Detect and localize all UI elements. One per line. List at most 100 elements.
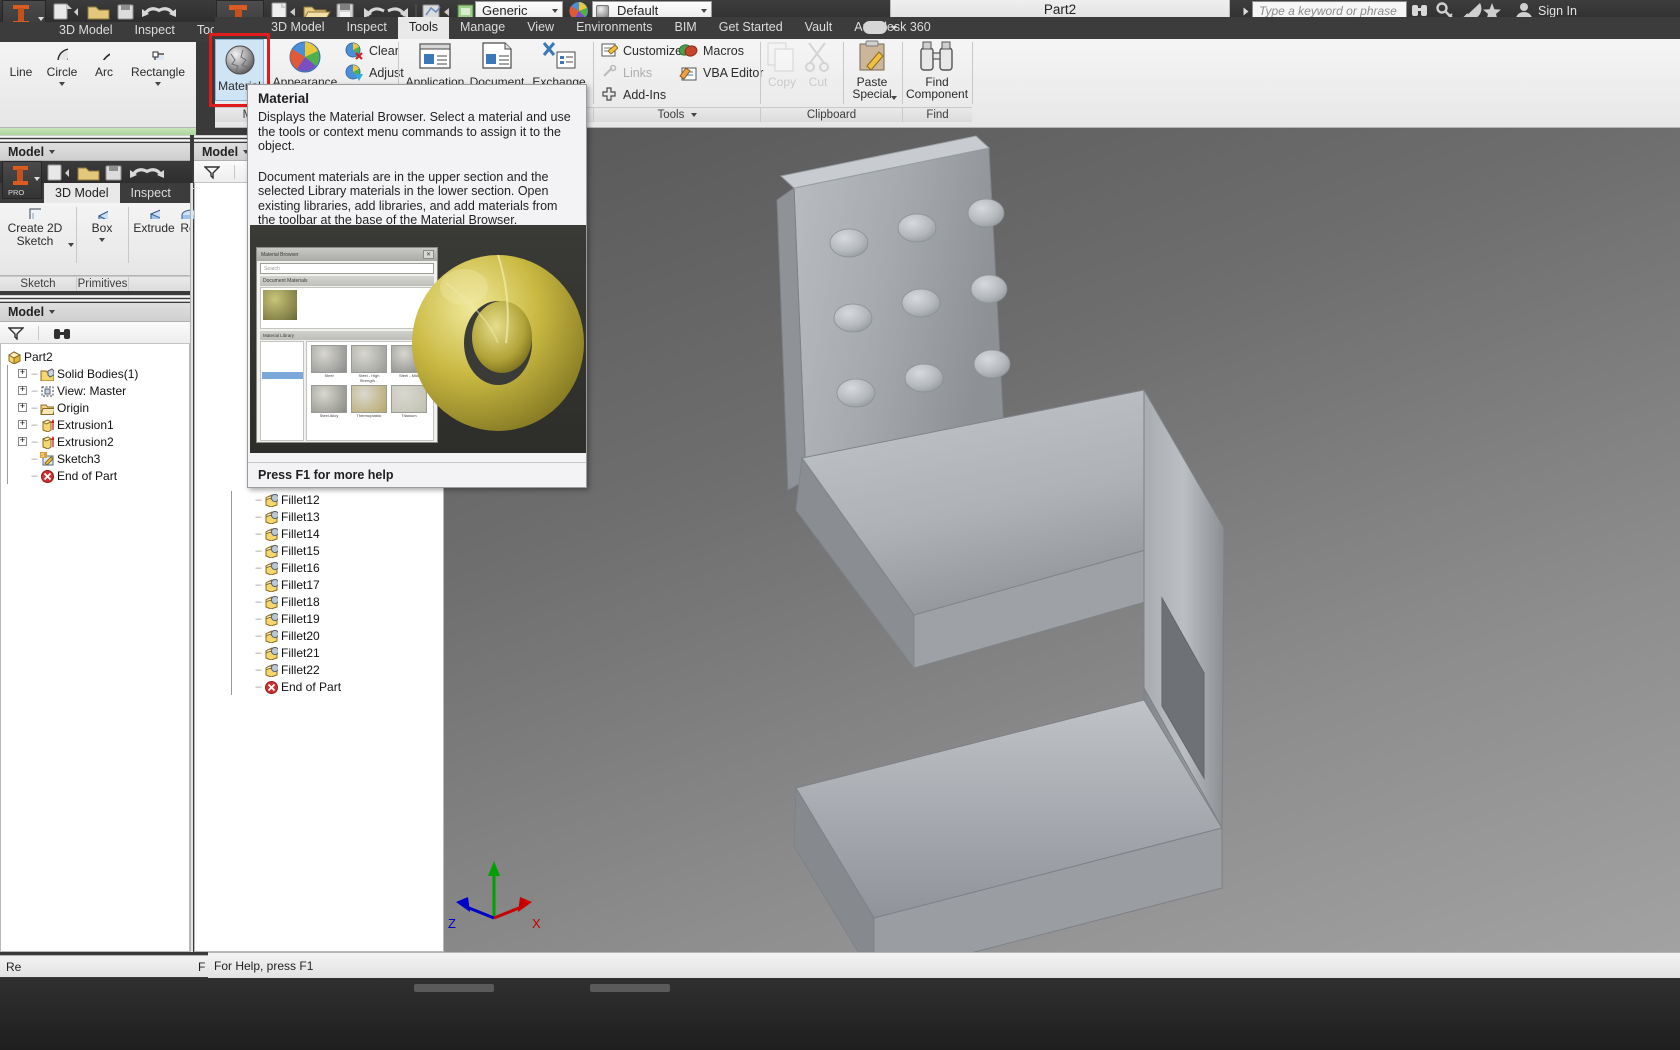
ribbon-tabrow[interactable]: 3D Model Inspect Tools Manage View Environmen… [215, 17, 1680, 39]
circle-caret-icon[interactable] [59, 82, 65, 86]
ribbon-tab-inspect[interactable]: Inspect [336, 17, 398, 39]
tree-row[interactable]: – S Sketch3 [1, 450, 189, 467]
rear-pane-grip[interactable] [0, 135, 190, 142]
tree-row[interactable]: – End of Part [1, 467, 189, 484]
tree-row[interactable]: + – View: Master [1, 382, 189, 399]
app-menu-caret-middle[interactable] [34, 177, 40, 181]
rear-qat-icons[interactable] [52, 1, 202, 21]
tree-expand-toggle[interactable]: + [18, 386, 27, 395]
box-caret-icon[interactable] [99, 238, 105, 242]
material-combo-caret-icon[interactable] [552, 8, 558, 13]
middle-quick-access-toolbar[interactable]: PRO [0, 161, 192, 199]
ribbon-tab-manage[interactable]: Manage [449, 17, 516, 39]
taskbar-item-2[interactable] [590, 984, 670, 992]
middle-qat-icons[interactable] [46, 162, 186, 182]
paste-special-caret-icon[interactable] [891, 96, 897, 100]
ribbon-tab-get-started[interactable]: Get Started [708, 17, 794, 39]
exchange-button[interactable]: Exchange [528, 40, 590, 89]
customize-button[interactable]: Customize [600, 42, 682, 59]
create-sketch-caret-icon[interactable] [68, 243, 74, 247]
box-button[interactable]: Box [82, 205, 122, 242]
tree-branch-line: – [255, 510, 262, 523]
model-browser-pane-caret-icon[interactable] [49, 310, 56, 314]
rear-tab-inspect[interactable]: Inspect [124, 20, 186, 42]
links-button[interactable]: Links [600, 64, 652, 81]
browser-toolbar[interactable] [0, 322, 190, 344]
rear-tab-3d-model[interactable]: 3D Model [48, 20, 124, 42]
copy-button[interactable]: Copy [762, 40, 802, 89]
rear-model-pane-caret-icon[interactable] [49, 149, 56, 154]
middle-tab-inspect[interactable]: Inspect [120, 183, 182, 205]
tree-expand-toggle[interactable]: + [18, 420, 27, 429]
tree-row[interactable]: – Fillet15 [195, 542, 443, 559]
tree-row[interactable]: – Fillet13 [195, 508, 443, 525]
browser-pane-grip[interactable] [0, 295, 190, 302]
middle-tab-3d-model[interactable]: 3D Model [44, 183, 120, 205]
pro-badge-middle: PRO [8, 188, 25, 197]
app-menu-button-middle[interactable]: PRO [2, 161, 42, 199]
tree-row[interactable]: Part2 [1, 348, 189, 365]
tree-row[interactable]: – End of Part [195, 678, 443, 695]
cut-button[interactable]: Cut [800, 40, 836, 89]
autodesk360-caret-icon[interactable] [891, 26, 897, 30]
search-dropdown-caret-icon[interactable] [1243, 7, 1249, 16]
ribbon-tabs[interactable]: 3D Model Inspect Tools Manage View Environmen… [260, 17, 942, 39]
sign-in-button[interactable]: Sign In [1538, 4, 1577, 18]
tree-row[interactable]: – Fillet18 [195, 593, 443, 610]
tree-expand-toggle[interactable]: + [18, 403, 27, 412]
paste-special-button[interactable]: Paste Special [846, 40, 898, 100]
tree-row-label: Fillet18 [281, 594, 320, 609]
tree-row[interactable]: – Fillet17 [195, 576, 443, 593]
ribbon-tab-bim[interactable]: BIM [664, 17, 708, 39]
document-settings-button[interactable]: Document [466, 40, 528, 89]
appearance-combo-caret-icon[interactable] [701, 8, 707, 13]
tree-row[interactable]: – Fillet21 [195, 644, 443, 661]
model-browser-tree-rows[interactable]: Part2 + – Solid Bodies(1) + – View: Master + – Or… [1, 348, 189, 484]
tools-overflow-caret-icon[interactable] [690, 112, 697, 117]
tree-row[interactable]: + – Solid Bodies(1) [1, 365, 189, 382]
tree-row[interactable]: + – Extrusion1 [1, 416, 189, 433]
arc-button[interactable]: Arc [88, 46, 120, 79]
ribbon-tab-tools[interactable]: Tools [397, 17, 449, 39]
tree-row[interactable]: – Fillet14 [195, 525, 443, 542]
addins-button[interactable]: Add-Ins [600, 86, 666, 103]
clear-button[interactable]: Clear [344, 42, 399, 60]
rear-tab-tools[interactable]: Tools [186, 20, 214, 42]
create-2d-sketch-button[interactable]: Create 2D Sketch [2, 205, 68, 248]
line-button[interactable]: Line [4, 46, 38, 79]
taskbar-item-1[interactable] [414, 984, 494, 992]
tree-expand-toggle[interactable]: + [18, 437, 27, 446]
ribbon-tab-view[interactable]: View [516, 17, 565, 39]
find-component-button[interactable]: Find Component [906, 40, 968, 100]
tree-row[interactable]: – Fillet20 [195, 627, 443, 644]
adjust-button[interactable]: Adjust [344, 64, 404, 82]
filter-icon[interactable] [8, 326, 24, 340]
rear-window-quick-access-toolbar[interactable]: PRO [0, 0, 215, 40]
binoculars-icon[interactable] [53, 326, 71, 340]
application-options-button[interactable]: Application [404, 40, 466, 89]
tree-row[interactable]: – Fillet22 [195, 661, 443, 678]
model-browser-tree[interactable]: Part2 + – Solid Bodies(1) + – View: Master + – Or… [0, 344, 190, 952]
tree-row[interactable]: – Fillet19 [195, 610, 443, 627]
autodesk360-cloud-icon[interactable] [863, 21, 887, 34]
tree-row[interactable]: – Fillet12 [195, 491, 443, 508]
ribbon-tab-vault[interactable]: Vault [794, 17, 844, 39]
tree-row[interactable]: + – Origin [1, 399, 189, 416]
viewport-3d[interactable]: Z X [444, 128, 1680, 952]
ribbon-tab-3d-model[interactable]: 3D Model [260, 17, 336, 39]
tree-expand-toggle[interactable]: + [18, 369, 27, 378]
appearance-button[interactable]: Appearance [272, 40, 338, 89]
macros-button[interactable]: Macros [678, 42, 744, 59]
taskbar[interactable] [0, 978, 1680, 1050]
tree-row[interactable]: – Fillet16 [195, 559, 443, 576]
rectangle-caret-icon[interactable] [155, 82, 161, 86]
ribbon-tab-environments[interactable]: Environments [565, 17, 663, 39]
vba-editor-button[interactable]: VBA Editor [678, 64, 763, 81]
rectangle-button[interactable]: Rectangle [124, 46, 192, 86]
tree-row[interactable]: + – Extrusion2 [1, 433, 189, 450]
app-menu-caret-rear[interactable] [38, 17, 44, 21]
front-filter-icon[interactable] [204, 165, 220, 179]
rear-window-tabrow[interactable]: 3D Model Inspect Tools [0, 22, 215, 42]
extrude-button[interactable]: Extrude [132, 205, 176, 235]
circle-button[interactable]: Circle [44, 46, 80, 86]
